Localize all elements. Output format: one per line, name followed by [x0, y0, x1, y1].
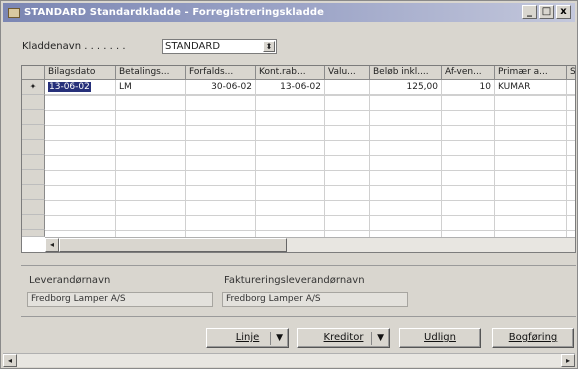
table-cell-primaer[interactable]: KUMAR	[495, 80, 567, 95]
table-cell-bilagsdato[interactable]: 13-06-02	[45, 80, 116, 95]
post-button[interactable]: Bogføring	[492, 328, 574, 348]
table-cell-s[interactable]	[567, 80, 575, 95]
table-cell-forfald[interactable]: 30-06-02	[186, 80, 256, 95]
row-indicator[interactable]: ✦	[22, 80, 45, 95]
lookup-arrow-icon[interactable]: ⬍	[263, 41, 275, 52]
row-header[interactable]	[22, 155, 45, 170]
row-header[interactable]	[22, 95, 45, 110]
journal-name-label: Kladdenavn . . . . . . .	[22, 41, 126, 52]
col-header-primaer[interactable]: Primær a...	[495, 66, 567, 80]
col-header-beloeb[interactable]: Beløb inkl....	[370, 66, 442, 80]
col-header-forfaldsdato[interactable]: Forfalds...	[186, 66, 256, 80]
scroll-left-icon[interactable]: ◂	[3, 354, 17, 367]
grid-horizontal-scrollbar[interactable]: ◂	[45, 237, 575, 252]
row-header[interactable]	[22, 140, 45, 155]
maximize-button[interactable]: □	[539, 5, 554, 19]
scroll-thumb[interactable]	[59, 238, 287, 252]
line-button-label: Linje	[235, 332, 260, 343]
close-button[interactable]: x	[556, 5, 571, 19]
corner-cell	[22, 66, 45, 80]
journal-icon	[8, 7, 20, 18]
minimize-button[interactable]: _	[522, 5, 537, 19]
row-header[interactable]	[22, 230, 45, 237]
col-header-valuta[interactable]: Valu...	[325, 66, 370, 80]
window-controls: _ □ x	[522, 5, 571, 19]
scroll-right-icon[interactable]: ▸	[561, 354, 575, 367]
row-header[interactable]	[22, 200, 45, 215]
window-title: STANDARD Standardkladde - Forregistrerin…	[24, 7, 325, 18]
button-separator	[371, 332, 372, 345]
col-header-afventer[interactable]: Af-ven...	[442, 66, 495, 80]
line-menu-button[interactable]: Linje ▼	[206, 328, 289, 348]
row-header[interactable]	[22, 125, 45, 140]
journal-name-value: STANDARD	[165, 41, 221, 52]
button-separator	[270, 332, 271, 345]
apply-button-label: Udlign	[424, 332, 456, 343]
journal-window: STANDARD Standardkladde - Forregistrerin…	[0, 0, 578, 369]
grid-header-row: Bilagsdato Betalings... Forfalds... Kont…	[22, 66, 575, 80]
table-cell-beloeb[interactable]: 125,00	[370, 80, 442, 95]
table-cell-betaling[interactable]: LM	[116, 80, 186, 95]
vendor-button-label: Kreditor	[323, 332, 364, 343]
invoice-vendor-name-value: Fredborg Lamper A/S	[222, 292, 408, 307]
grid-lines	[45, 95, 575, 237]
col-header-s[interactable]: S	[567, 66, 575, 80]
table-cell-afventer[interactable]: 10	[442, 80, 495, 95]
invoice-vendor-name-label: Faktureringsleverandørnavn	[224, 275, 365, 286]
row-header[interactable]	[22, 170, 45, 185]
post-button-label: Bogføring	[508, 332, 558, 343]
dropdown-arrow-icon: ▼	[377, 333, 384, 343]
table-cell-kontrab[interactable]: 13-06-02	[256, 80, 325, 95]
vendor-name-value: Fredborg Lamper A/S	[27, 292, 213, 307]
vendor-info-panel: Leverandørnavn Fredborg Lamper A/S Faktu…	[21, 265, 576, 317]
table-cell-valuta[interactable]	[325, 80, 370, 95]
selected-cell-text: 13-06-02	[48, 82, 91, 92]
col-header-betalingsbetingelse[interactable]: Betalings...	[116, 66, 186, 80]
row-header[interactable]	[22, 110, 45, 125]
vendor-name-label: Leverandørnavn	[29, 275, 111, 286]
dropdown-arrow-icon: ▼	[276, 333, 283, 343]
row-header[interactable]	[22, 215, 45, 230]
title-bar: STANDARD Standardkladde - Forregistrerin…	[3, 3, 575, 22]
col-header-bilagsdato[interactable]: Bilagsdato	[45, 66, 116, 80]
journal-lines-grid: Bilagsdato Betalings... Forfalds... Kont…	[21, 65, 576, 253]
row-header[interactable]	[22, 185, 45, 200]
journal-name-select[interactable]: STANDARD ⬍	[162, 39, 277, 54]
col-header-kontantrabat[interactable]: Kont.rab...	[256, 66, 325, 80]
vendor-menu-button[interactable]: Kreditor ▼	[297, 328, 390, 348]
scroll-left-icon[interactable]: ◂	[45, 238, 59, 252]
apply-entries-button[interactable]: Udlign	[399, 328, 481, 348]
window-horizontal-scrollbar[interactable]: ◂ ▸	[3, 353, 575, 367]
